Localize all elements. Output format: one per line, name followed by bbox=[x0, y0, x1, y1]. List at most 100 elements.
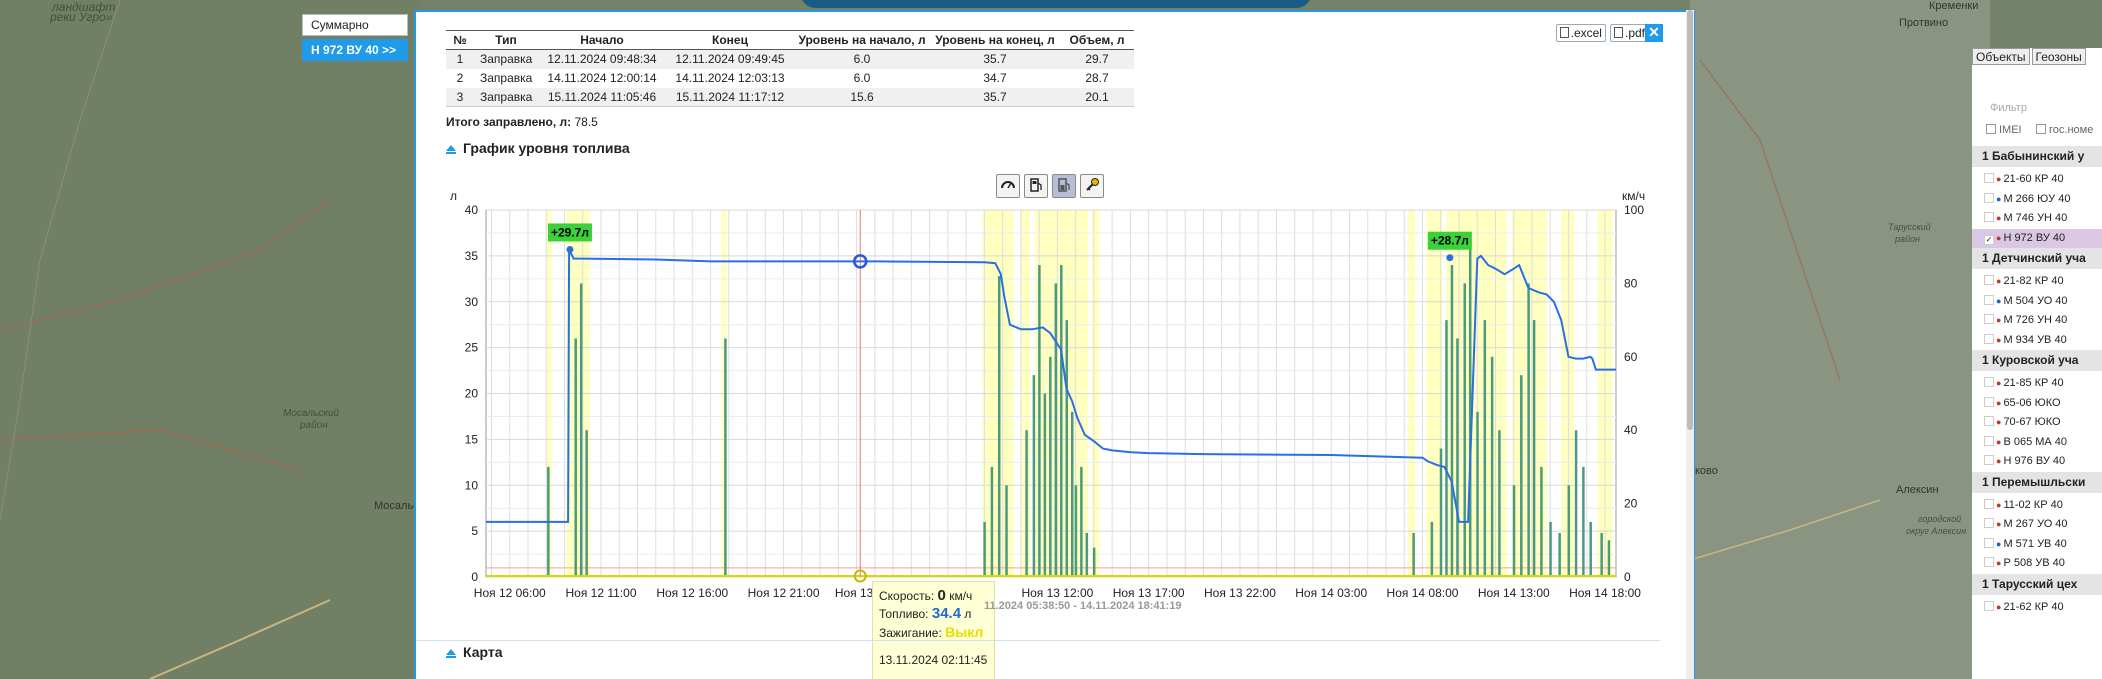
group-header[interactable]: 1 Детчинский уча bbox=[1972, 248, 2102, 269]
y-tick-label: 15 bbox=[465, 432, 479, 446]
vehicle-item[interactable]: ● 65-06 ЮКО bbox=[1972, 394, 2102, 413]
vehicle-item[interactable]: ● М 267 УО 40 bbox=[1972, 515, 2102, 534]
vehicle-item[interactable]: ● 70-67 ЮКО bbox=[1972, 413, 2102, 432]
vehicle-item[interactable]: ● В 065 МА 40 bbox=[1972, 433, 2102, 452]
status-dot-icon: ● bbox=[1996, 213, 2002, 223]
speed-bar bbox=[1498, 430, 1501, 577]
speed-bar bbox=[1074, 485, 1078, 577]
vehicle-checkbox[interactable] bbox=[1984, 557, 1994, 567]
speed-bar bbox=[1558, 532, 1561, 577]
vehicle-checkbox[interactable] bbox=[1984, 518, 1994, 528]
tab-objects[interactable]: Объекты bbox=[1972, 48, 2030, 65]
y-tick-label: 0 bbox=[471, 570, 478, 584]
status-dot-icon: ● bbox=[1996, 193, 2002, 204]
vehicle-number: 21-60 КР 40 bbox=[2003, 173, 2064, 185]
map-label: Тарусский bbox=[1888, 222, 1931, 232]
filter-input[interactable]: Фильтр bbox=[1990, 102, 2027, 114]
map-section-toggle[interactable]: Карта bbox=[446, 644, 503, 660]
tab-geozones[interactable]: Геозоны bbox=[2031, 48, 2086, 65]
vehicle-checkbox[interactable] bbox=[1984, 333, 1994, 344]
speed-bar bbox=[1430, 521, 1434, 577]
vehicle-checkbox[interactable] bbox=[1984, 275, 1994, 285]
speed-bar bbox=[1085, 532, 1089, 577]
speed-bar bbox=[1060, 265, 1063, 577]
speed-bar bbox=[1463, 283, 1466, 577]
speed-bar bbox=[1456, 338, 1459, 577]
speed-bar bbox=[579, 283, 583, 577]
vehicle-item[interactable]: ● М 746 УН 40 bbox=[1972, 209, 2102, 228]
vehicle-item[interactable]: ● 21-60 КР 40 bbox=[1972, 170, 2102, 189]
vehicle-checkbox[interactable]: ✓ bbox=[1984, 234, 1994, 245]
summary-tab[interactable]: Суммарно bbox=[302, 14, 408, 36]
vehicle-item[interactable]: ● М 571 УВ 40 bbox=[1972, 535, 2102, 554]
gos-nomer-label: гос.номе bbox=[2049, 124, 2094, 136]
y2-tick-label: 80 bbox=[1624, 276, 1638, 290]
tooltip-fuel-label: Топливо: bbox=[879, 607, 929, 621]
vehicle-item[interactable]: ● 21-62 КР 40 bbox=[1972, 598, 2102, 617]
vehicle-number: 21-82 КР 40 bbox=[2003, 275, 2064, 287]
vehicle-checkbox[interactable] bbox=[1984, 314, 1994, 324]
vehicle-checkbox[interactable] bbox=[1984, 192, 1994, 203]
speed-bar bbox=[1520, 375, 1523, 577]
group-header[interactable]: 1 Бабынинский у bbox=[1972, 146, 2102, 167]
vehicle-checkbox[interactable] bbox=[1984, 455, 1994, 465]
speed-bar bbox=[1549, 521, 1552, 577]
vehicle-item[interactable]: ● 21-85 КР 40 bbox=[1972, 374, 2102, 393]
vehicle-item[interactable]: ● М 726 УН 40 bbox=[1972, 311, 2102, 330]
group-header[interactable]: 1 Куровской уча bbox=[1972, 350, 2102, 371]
refuel-label: +28.7л bbox=[1431, 234, 1469, 248]
vehicle-item[interactable]: ✓ ● Н 972 ВУ 40 bbox=[1972, 228, 2102, 248]
status-dot-icon: ● bbox=[1996, 276, 2002, 286]
vehicle-checkbox[interactable] bbox=[1984, 498, 1994, 509]
fuel-chart[interactable]: +29.7л +28.7л 0 5 10 15 20 25 30 35 40 0 20 40 60 80 100… bbox=[416, 12, 1693, 679]
vehicle-number: 65-06 ЮКО bbox=[2003, 396, 2061, 409]
side-tabs: Суммарно Н 972 ВУ 40 >> bbox=[302, 14, 408, 64]
section-title: Карта bbox=[463, 644, 503, 660]
status-dot-icon: ● bbox=[1996, 334, 2002, 345]
y-tick-label: 25 bbox=[465, 341, 479, 355]
x-tick-label: Ноя 14 08:00 bbox=[1387, 586, 1459, 600]
y2-tick-label: 20 bbox=[1624, 497, 1638, 511]
y-tick-label: 20 bbox=[465, 387, 479, 401]
speed-bar bbox=[1049, 356, 1052, 577]
vehicle-checkbox[interactable] bbox=[1984, 600, 1994, 611]
vehicle-number: М 726 УН 40 bbox=[2003, 314, 2068, 326]
y-tick-label: 40 bbox=[465, 203, 479, 217]
status-dot-icon: ● bbox=[1996, 436, 2002, 447]
dialog-scrollbar[interactable] bbox=[1686, 10, 1694, 679]
vehicle-item[interactable]: ● М 504 УО 40 bbox=[1972, 292, 2102, 311]
speed-bar bbox=[1025, 430, 1028, 577]
status-dot-icon: ● bbox=[1996, 174, 2002, 184]
vehicle-checkbox[interactable] bbox=[1984, 416, 1994, 426]
x-tick-label: Ноя 13 12:00 bbox=[1021, 586, 1093, 600]
y-axis-label: л bbox=[450, 189, 457, 203]
vehicle-item[interactable]: ● М 934 УВ 40 bbox=[1972, 331, 2102, 350]
speed-bar bbox=[1490, 356, 1494, 577]
map-label: округ Алексин bbox=[1906, 526, 1967, 536]
checkbox-box bbox=[1986, 124, 1996, 134]
vehicle-item[interactable]: ● М 266 ЮУ 40 bbox=[1972, 190, 2102, 209]
tooltip-fuel-value: 34.4 bbox=[931, 605, 962, 622]
vehicle-checkbox[interactable] bbox=[1984, 294, 1994, 305]
gos-nomer-checkbox[interactable]: гос.номе bbox=[2036, 124, 2093, 136]
vehicle-checkbox[interactable] bbox=[1984, 173, 1994, 183]
group-header[interactable]: 1 Тарусский цех bbox=[1972, 573, 2102, 595]
vehicle-checkbox[interactable] bbox=[1984, 212, 1994, 222]
scrollbar-thumb[interactable] bbox=[1687, 10, 1693, 430]
tooltip-fuel-unit: л bbox=[964, 607, 972, 621]
x-tick-label: Ноя 14 18:00 bbox=[1569, 586, 1641, 600]
vehicle-checkbox[interactable] bbox=[1984, 537, 1994, 548]
vehicle-checkbox[interactable] bbox=[1984, 396, 1994, 407]
vehicle-item[interactable]: ● 21-82 КР 40 bbox=[1972, 272, 2102, 291]
vehicle-item[interactable]: ● Р 508 УВ 40 bbox=[1972, 554, 2102, 573]
speed-bar bbox=[1065, 320, 1069, 577]
y-tick-label: 10 bbox=[465, 478, 479, 492]
vehicle-link-button[interactable]: Н 972 ВУ 40 >> bbox=[302, 39, 408, 61]
vehicle-item[interactable]: ● 11-02 КР 40 bbox=[1972, 496, 2102, 515]
vehicle-checkbox[interactable] bbox=[1984, 377, 1994, 387]
vehicle-number: В 065 МА 40 bbox=[2003, 435, 2068, 448]
group-header[interactable]: 1 Перемышльски bbox=[1972, 471, 2102, 493]
imei-checkbox[interactable]: IMEI bbox=[1986, 124, 2022, 136]
vehicle-item[interactable]: ● Н 976 ВУ 40 bbox=[1972, 452, 2102, 471]
vehicle-checkbox[interactable] bbox=[1984, 435, 1994, 446]
